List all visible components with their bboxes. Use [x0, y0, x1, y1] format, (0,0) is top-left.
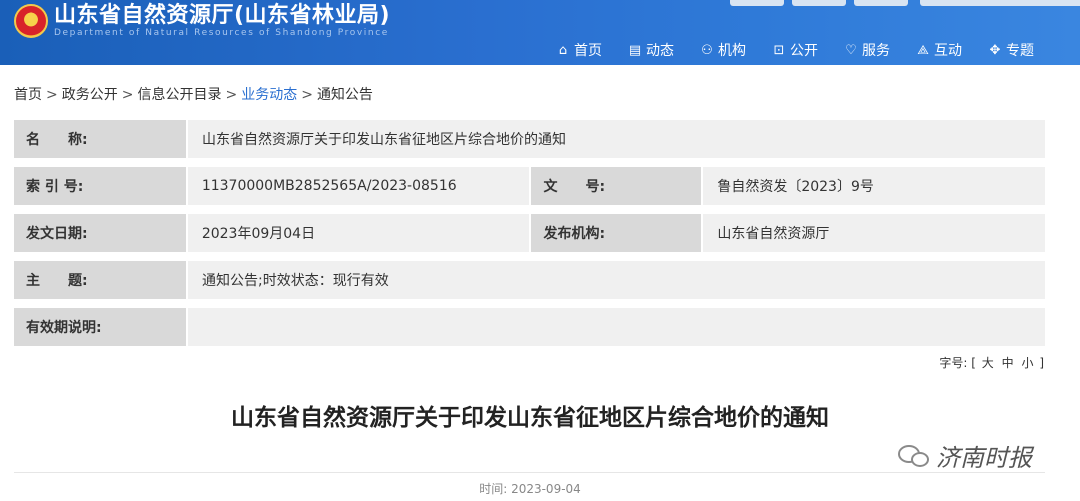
site-title[interactable]: 山东省自然资源厅(山东省林业局) — [54, 2, 390, 30]
wechat-icon — [898, 442, 932, 470]
nav-item-label: 动态 — [646, 43, 674, 59]
info-row-subject: 主 题: 通知公告;时效状态：现行有效 — [14, 261, 1045, 299]
font-size-bracket: ] — [1039, 356, 1044, 370]
name-value: 山东省自然资源厅关于印发山东省征地区片综合地价的通知 — [188, 120, 1045, 158]
font-size-control: 字号: [ 大 中 小 ] — [939, 354, 1044, 371]
subject-label: 主 题: — [14, 261, 186, 299]
document-info-table: 名 称: 山东省自然资源厅关于印发山东省征地区片综合地价的通知 索 引 号: 1… — [14, 120, 1045, 355]
article-title: 山东省自然资源厅关于印发山东省征地区片综合地价的通知 — [231, 405, 829, 431]
topic-icon: ✥ — [989, 42, 1001, 58]
nav-item-public[interactable]: ⊡ 公开 — [772, 40, 818, 60]
site-subtitle: Department of Natural Resources of Shand… — [54, 28, 389, 38]
divider — [14, 472, 1045, 473]
heart-icon: ♡ — [845, 42, 857, 58]
font-size-medium-button[interactable]: 中 — [1002, 356, 1014, 370]
breadcrumb-separator: > — [225, 87, 238, 103]
nav-item-label: 互动 — [934, 43, 962, 59]
nav-item-topic[interactable]: ✥ 专题 — [988, 40, 1034, 60]
doc-number-value: 鲁自然资发〔2023〕9号 — [703, 167, 1045, 205]
subject-value: 通知公告;时效状态：现行有效 — [188, 261, 1045, 299]
index-value: 11370000MB2852565A/2023-08516 — [187, 167, 530, 205]
watermark: 济南时报 — [898, 438, 1032, 473]
breadcrumb-separator: > — [46, 87, 58, 103]
validity-label: 有效期说明: — [14, 308, 186, 346]
breadcrumb-notices[interactable]: 通知公告 — [317, 87, 373, 103]
font-size-small-button[interactable]: 小 — [1021, 356, 1033, 370]
breadcrumb-business-news[interactable]: 业务动态 — [241, 87, 297, 103]
date-value: 2023年09月04日 — [187, 214, 530, 252]
nav-item-label: 公开 — [790, 43, 818, 59]
header-search-box[interactable] — [920, 0, 1080, 6]
top-link-block[interactable] — [854, 0, 908, 6]
date-label: 发文日期: — [14, 214, 186, 252]
publisher-label: 发布机构: — [531, 214, 702, 252]
lock-icon: ⊡ — [773, 42, 785, 58]
home-icon: ⌂ — [558, 42, 568, 58]
nav-item-label: 专题 — [1006, 43, 1034, 59]
font-size-label: 字号: — [939, 356, 968, 370]
publisher-value: 山东省自然资源厅 — [703, 214, 1045, 252]
name-label: 名 称: — [14, 120, 186, 158]
article-time: 时间: 2023-09-04 — [0, 480, 1060, 497]
info-row-name: 名 称: 山东省自然资源厅关于印发山东省征地区片综合地价的通知 — [14, 120, 1045, 158]
top-link-block[interactable] — [792, 0, 846, 6]
interaction-icon: ⟁ — [917, 42, 929, 58]
national-emblem-logo[interactable] — [14, 4, 48, 38]
doc-number-label: 文 号: — [531, 167, 702, 205]
info-row-validity: 有效期说明: — [14, 308, 1045, 346]
breadcrumb-gov-affairs[interactable]: 政务公开 — [62, 87, 118, 103]
nav-item-organization[interactable]: ⚇ 机构 — [700, 40, 746, 60]
site-header: 山东省自然资源厅(山东省林业局) Department of Natural R… — [0, 0, 1080, 65]
header-top-strip — [730, 0, 1080, 6]
main-nav: ⌂ 首页 ▤ 动态 ⚇ 机构 ⊡ 公开 ♡ 服务 ⟁ 互动 ✥ 专题 — [556, 40, 1034, 60]
time-value: 2023-09-04 — [511, 482, 581, 496]
nav-item-news[interactable]: ▤ 动态 — [628, 40, 674, 60]
breadcrumb-separator: > — [301, 87, 313, 103]
breadcrumb-separator: > — [121, 87, 134, 103]
font-size-bracket: [ — [971, 356, 976, 370]
nav-item-home[interactable]: ⌂ 首页 — [556, 40, 602, 60]
top-link-block[interactable] — [730, 0, 784, 6]
nav-item-label: 机构 — [718, 43, 746, 59]
nav-item-label: 服务 — [862, 43, 890, 59]
watermark-text: 济南时报 — [936, 444, 1032, 472]
info-row-date: 发文日期: 2023年09月04日 发布机构: 山东省自然资源厅 — [14, 214, 1045, 252]
info-row-index: 索 引 号: 11370000MB2852565A/2023-08516 文 号… — [14, 167, 1045, 205]
news-icon: ▤ — [628, 42, 642, 58]
validity-value — [188, 308, 1045, 346]
breadcrumb: 首页 > 政务公开 > 信息公开目录 > 业务动态 > 通知公告 — [14, 84, 373, 104]
organization-icon: ⚇ — [701, 42, 713, 58]
index-label: 索 引 号: — [14, 167, 186, 205]
time-label: 时间: — [479, 482, 508, 496]
font-size-large-button[interactable]: 大 — [982, 356, 994, 370]
nav-item-service[interactable]: ♡ 服务 — [844, 40, 890, 60]
nav-item-interaction[interactable]: ⟁ 互动 — [916, 40, 962, 60]
breadcrumb-home[interactable]: 首页 — [14, 87, 42, 103]
nav-item-label: 首页 — [574, 43, 602, 59]
breadcrumb-info-catalog[interactable]: 信息公开目录 — [137, 87, 221, 103]
